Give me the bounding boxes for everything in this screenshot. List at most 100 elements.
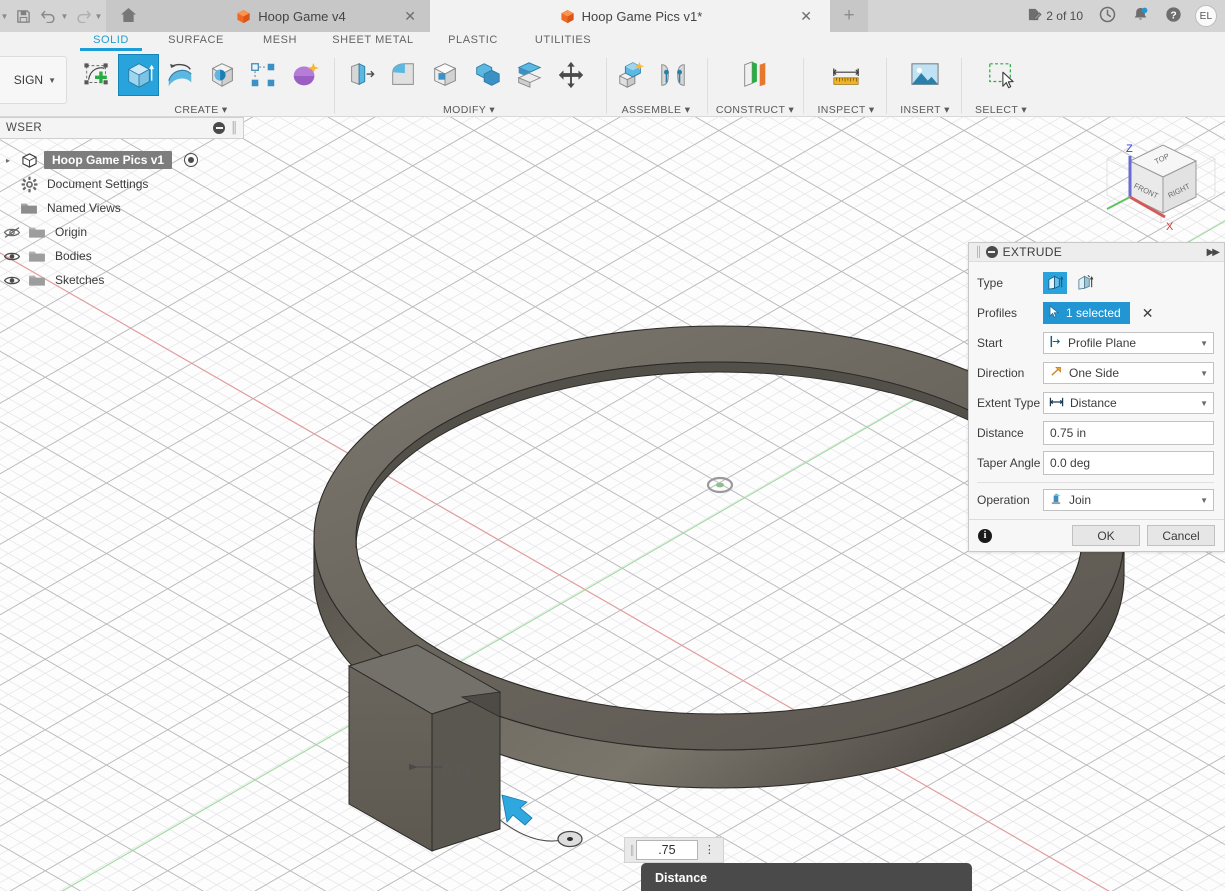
chevron-down-icon[interactable]: ▼ bbox=[1200, 369, 1208, 378]
browser-item-bodies[interactable]: Bodies bbox=[0, 244, 244, 268]
extrude-profile-icon[interactable] bbox=[1043, 272, 1067, 294]
recent-activity-button[interactable] bbox=[1092, 0, 1123, 32]
ribbon-group-label[interactable]: INSPECT ▾ bbox=[807, 104, 885, 116]
clear-selection-icon[interactable]: ✕ bbox=[1142, 306, 1154, 320]
ribbon-tab-label: SHEET METAL bbox=[332, 34, 414, 46]
ribbon-tab-mesh[interactable]: MESH bbox=[256, 34, 304, 46]
dimension-label[interactable]: 0.75 bbox=[443, 762, 470, 778]
ok-button[interactable]: OK bbox=[1072, 525, 1140, 546]
browser-item-sketches[interactable]: Sketches bbox=[0, 268, 244, 292]
drag-grip-icon[interactable]: ║ bbox=[627, 845, 636, 855]
eye-off-icon[interactable] bbox=[2, 226, 22, 239]
canvas-distance-widget[interactable]: ║ .75 ⋮ bbox=[624, 837, 724, 863]
chevron-down-icon[interactable]: ▼ bbox=[1200, 339, 1208, 348]
chevron-down-icon[interactable]: ▼ bbox=[1200, 496, 1208, 505]
undo-dropdown-caret-icon[interactable]: ▼ bbox=[59, 12, 70, 21]
new-tab-button[interactable]: + bbox=[830, 0, 868, 32]
start-select[interactable]: Profile Plane ▼ bbox=[1043, 332, 1214, 354]
cancel-button[interactable]: Cancel bbox=[1147, 525, 1215, 546]
profiles-selection-button[interactable]: 1 selected bbox=[1043, 302, 1130, 324]
upload-job-icon bbox=[1027, 7, 1043, 25]
document-tab-hoop-game-v4[interactable]: Hoop Game v4 ✕ bbox=[150, 0, 430, 32]
extrude-icon[interactable] bbox=[117, 54, 160, 96]
new-component-icon[interactable] bbox=[610, 54, 652, 96]
dialog-grip-icon[interactable]: ║ bbox=[975, 247, 982, 258]
extent-type-select[interactable]: Distance ▼ bbox=[1043, 392, 1214, 414]
ribbon-group-label[interactable]: CREATE ▾ bbox=[76, 104, 326, 116]
ribbon-tab-solid[interactable]: SOLID bbox=[80, 34, 142, 51]
chevron-down-icon: ▼ bbox=[48, 75, 56, 85]
job-status-button[interactable]: 2 of 10 bbox=[1020, 0, 1090, 32]
avatar[interactable]: EL bbox=[1195, 5, 1217, 27]
home-button[interactable] bbox=[106, 0, 150, 32]
shell-icon[interactable] bbox=[424, 54, 466, 96]
ribbon-group-label[interactable]: ASSEMBLE ▾ bbox=[610, 104, 702, 116]
combine-icon[interactable] bbox=[466, 54, 508, 96]
chevron-down-icon[interactable]: ▼ bbox=[1200, 399, 1208, 408]
panel-grip-icon[interactable]: ║ bbox=[230, 122, 238, 134]
distance-input[interactable]: 0.75 in bbox=[1043, 421, 1214, 445]
browser-item-document-settings[interactable]: Document Settings bbox=[0, 172, 244, 196]
row-profiles: Profiles 1 selected ✕ bbox=[977, 298, 1214, 328]
help-button[interactable]: ? bbox=[1158, 0, 1189, 32]
ribbon-group-label[interactable]: INSERT ▾ bbox=[890, 104, 960, 116]
browser-item-named-views[interactable]: Named Views bbox=[0, 196, 244, 220]
ribbon-tab-sheet-metal[interactable]: SHEET METAL bbox=[327, 34, 419, 46]
form-icon[interactable] bbox=[284, 54, 326, 96]
sweep-icon[interactable] bbox=[201, 54, 243, 96]
ribbon-group-label[interactable]: MODIFY ▾ bbox=[340, 104, 598, 116]
redo-dropdown-caret-icon[interactable]: ▼ bbox=[93, 12, 104, 21]
joint-icon[interactable] bbox=[652, 54, 694, 96]
measure-icon[interactable] bbox=[825, 54, 867, 96]
double-arrow-right-icon[interactable]: ▶▶ bbox=[1207, 247, 1220, 258]
extrude-taper-icon[interactable] bbox=[1073, 272, 1097, 294]
browser-item-label: Document Settings bbox=[47, 177, 149, 191]
offset-plane-icon[interactable] bbox=[734, 54, 776, 96]
eye-icon[interactable] bbox=[2, 274, 22, 287]
one-side-arrow-icon bbox=[1049, 365, 1063, 381]
workspace-selector[interactable]: SIGN ▼ bbox=[0, 56, 67, 104]
create-sketch-icon[interactable] bbox=[76, 54, 118, 96]
taper-angle-input[interactable]: 0.0 deg bbox=[1043, 451, 1214, 475]
document-tab-hoop-game-pics-v1[interactable]: Hoop Game Pics v1* ✕ bbox=[430, 0, 830, 32]
save-icon[interactable] bbox=[10, 0, 36, 32]
distance-options-menu-icon[interactable]: ⋮ bbox=[698, 844, 721, 855]
info-icon[interactable]: i bbox=[978, 528, 992, 543]
ribbon-tab-plastic[interactable]: PLASTIC bbox=[443, 34, 503, 46]
direction-select[interactable]: One Side ▼ bbox=[1043, 362, 1214, 384]
row-direction: Direction One Side ▼ bbox=[977, 358, 1214, 388]
extrude-dialog-footer: i OK Cancel bbox=[969, 519, 1224, 551]
ribbon-tab-surface[interactable]: SURFACE bbox=[161, 34, 231, 46]
expand-chevron-icon[interactable]: ▸ bbox=[2, 156, 14, 165]
split-face-icon[interactable] bbox=[508, 54, 550, 96]
view-cube[interactable]: TOP FRONT RIGHT Z X bbox=[1101, 125, 1219, 237]
insert-image-icon[interactable] bbox=[904, 54, 946, 96]
browser-item-root[interactable]: ▸ Hoop Game Pics v1 bbox=[0, 148, 244, 172]
browser-item-origin[interactable]: Origin bbox=[0, 220, 244, 244]
ribbon-group-label[interactable]: SELECT ▾ bbox=[965, 104, 1037, 116]
fillet-icon[interactable] bbox=[382, 54, 424, 96]
press-pull-icon[interactable] bbox=[340, 54, 382, 96]
ribbon-tab-utilities[interactable]: UTILITIES bbox=[527, 34, 599, 46]
close-icon[interactable]: ✕ bbox=[800, 9, 812, 23]
row-type: Type bbox=[977, 268, 1214, 298]
pattern-icon[interactable] bbox=[243, 54, 285, 96]
activate-component-radio[interactable] bbox=[184, 153, 199, 167]
extrude-drag-arrow-icon[interactable] bbox=[500, 793, 534, 827]
operation-select[interactable]: Join ▼ bbox=[1043, 489, 1214, 511]
minus-circle-icon[interactable] bbox=[985, 246, 998, 258]
start-label: Start bbox=[977, 336, 1003, 350]
eye-icon[interactable] bbox=[2, 250, 22, 263]
app-menu-caret-icon[interactable]: ▼ bbox=[0, 12, 10, 21]
move-copy-icon[interactable] bbox=[550, 54, 592, 96]
notifications-button[interactable] bbox=[1125, 0, 1156, 32]
minus-circle-icon[interactable] bbox=[213, 122, 226, 134]
select-window-icon[interactable] bbox=[980, 54, 1022, 96]
browser-item-label: Hoop Game Pics v1 bbox=[44, 151, 173, 169]
canvas-distance-input[interactable]: .75 bbox=[635, 840, 698, 860]
extrude-dialog-header[interactable]: ║ EXTRUDE ▶▶ bbox=[969, 243, 1224, 262]
ribbon-group-label[interactable]: CONSTRUCT ▾ bbox=[711, 104, 799, 116]
revolve-icon[interactable] bbox=[159, 54, 201, 96]
operation-label: Operation bbox=[977, 493, 1030, 507]
close-icon[interactable]: ✕ bbox=[404, 9, 416, 23]
